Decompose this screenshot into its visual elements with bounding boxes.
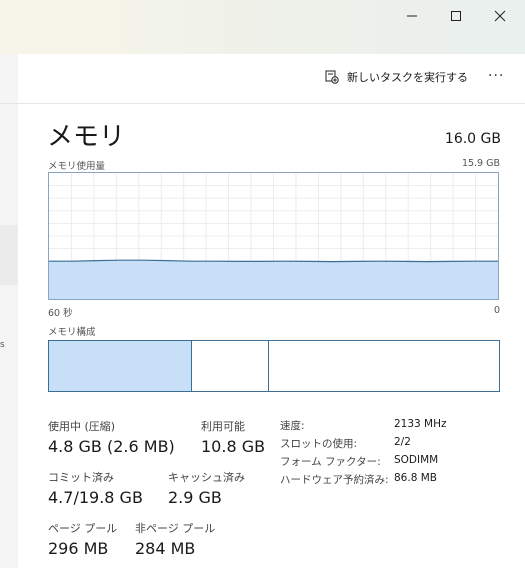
- sidebar-selected-item[interactable]: [0, 225, 18, 285]
- run-new-task-label: 新しいタスクを実行する: [347, 71, 468, 84]
- form-factor-label: フォーム ファクター:: [280, 456, 381, 468]
- run-new-task-button[interactable]: 新しいタスクを実行する: [325, 66, 468, 88]
- composition-modified: [186, 341, 192, 391]
- composition-standby-divider: [268, 341, 269, 391]
- memory-usage-chart: [49, 173, 498, 299]
- available-label: 利用可能: [201, 420, 245, 433]
- nonpaged-pool-value: 284 MB: [135, 539, 196, 558]
- maximize-button[interactable]: [434, 6, 478, 26]
- memory-composition-label: メモリ構成: [48, 327, 96, 338]
- nonpaged-pool-label: 非ページ プール: [135, 522, 216, 535]
- form-factor-value: SODIMM: [394, 454, 439, 466]
- close-button[interactable]: [478, 6, 522, 26]
- sidebar-label-fragment: s: [0, 340, 5, 350]
- slots-used-value: 2/2: [394, 436, 411, 448]
- committed-value: 4.7/19.8 GB: [48, 488, 143, 507]
- minimize-button[interactable]: [390, 6, 434, 26]
- more-options-button[interactable]: ···: [488, 68, 504, 84]
- memory-composition-bar: [48, 340, 500, 392]
- paged-pool-value: 296 MB: [48, 539, 109, 558]
- composition-in-use: [49, 341, 187, 391]
- cached-value: 2.9 GB: [168, 488, 222, 507]
- committed-label: コミット済み: [48, 471, 114, 484]
- minimize-icon: [407, 15, 417, 17]
- speed-value: 2133 MHz: [394, 418, 447, 430]
- run-task-icon: [325, 70, 339, 84]
- paged-pool-label: ページ プール: [48, 522, 118, 535]
- time-axis-end: 0: [493, 305, 500, 316]
- slots-used-label: スロットの使用:: [280, 438, 358, 450]
- close-icon: [494, 10, 506, 22]
- page-title: メモリ: [47, 122, 126, 152]
- in-use-label: 使用中 (圧縮): [48, 420, 116, 433]
- memory-usage-label: メモリ使用量: [48, 161, 106, 172]
- available-value: 10.8 GB: [201, 437, 266, 456]
- in-use-value: 4.8 GB (2.6 MB): [48, 437, 175, 456]
- title-bar: [0, 0, 525, 54]
- total-memory: 16.0 GB: [444, 131, 501, 147]
- memory-usage-graph: [48, 172, 499, 300]
- cached-label: キャッシュ済み: [168, 471, 245, 484]
- memory-usage-max: 15.9 GB: [461, 158, 500, 169]
- hardware-reserved-label: ハードウェア予約済み:: [280, 474, 389, 486]
- hardware-reserved-value: 86.8 MB: [394, 472, 437, 484]
- time-axis-start: 60 秒: [48, 308, 73, 319]
- maximize-icon: [451, 11, 461, 21]
- nav-sidebar: [0, 54, 18, 568]
- toolbar-divider: [0, 103, 525, 104]
- speed-label: 速度:: [280, 420, 305, 432]
- usage-area: [49, 260, 498, 299]
